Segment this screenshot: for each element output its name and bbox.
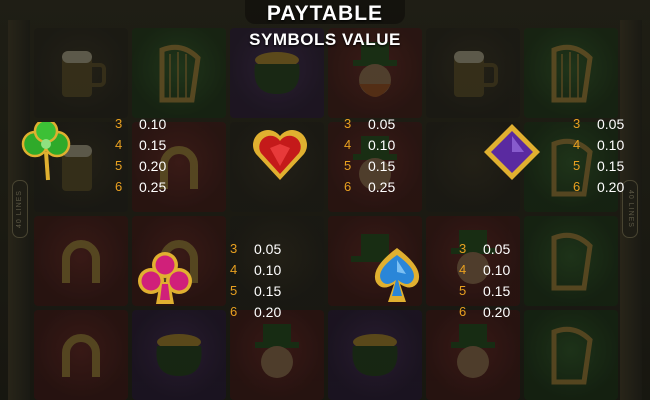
diamond-gem-icon [484,124,540,180]
symbol-count: 4 [115,137,123,152]
payout-value: 0.20 [254,303,282,320]
reel-cell [132,310,226,400]
diamond-payouts: 3 0.05 4 0.10 5 0.15 6 0.20 [573,113,624,197]
payout-row: 5 0.15 [344,155,395,176]
spade-payouts: 3 0.05 4 0.10 5 0.15 6 0.20 [459,238,510,322]
payout-row: 4 0.10 [459,259,510,280]
payout-value: 0.20 [483,303,511,320]
payout-row: 4 0.10 [573,134,624,155]
payout-value: 0.15 [368,157,396,174]
leprechaun-icon [451,324,495,378]
payout-value: 0.05 [483,240,511,257]
spade-gem-icon [374,248,420,302]
leprechaun-icon [255,324,299,378]
symbol-count: 5 [573,158,581,173]
symbol-count: 3 [573,116,581,131]
reel-cell [328,310,422,400]
payout-row: 4 0.10 [344,134,395,155]
symbol-count: 6 [459,304,467,319]
symbols-value-subtitle: SYMBOLS VALUE [249,30,401,49]
heart-gem-icon [253,130,307,180]
payout-row: 3 0.05 [573,113,624,134]
payout-row: 3 0.05 [230,238,281,259]
club-payouts: 3 0.05 4 0.10 5 0.15 6 0.20 [230,238,281,322]
payout-value: 0.15 [139,136,167,153]
symbol-count: 5 [115,158,123,173]
payout-row: 6 0.20 [230,301,281,322]
payout-value: 0.05 [597,115,625,132]
slot-background: 40 LINES 40 LINES PAYTABLE SYMBOLS VALUE… [0,0,650,400]
payout-value: 0.05 [368,115,396,132]
beer-mug-icon [454,51,498,97]
payout-value: 0.15 [597,157,625,174]
payout-row: 5 0.15 [230,280,281,301]
payout-row: 3 0.05 [344,113,395,134]
reel-cell [34,310,128,400]
reel-cell [230,310,324,400]
symbol-count: 3 [230,241,238,256]
horseshoe-icon [62,240,100,283]
symbol-count: 4 [459,262,467,277]
payout-value: 0.10 [139,115,167,132]
club-gem-icon [138,252,192,304]
pot-of-gold-icon [156,334,202,376]
payout-row: 5 0.15 [573,155,624,176]
payout-row: 3 0.05 [459,238,510,259]
payout-value: 0.15 [254,282,282,299]
payout-value: 0.05 [254,240,282,257]
symbol-count: 5 [459,283,467,298]
clover-payouts: 3 0.10 4 0.15 5 0.20 6 0.25 [115,113,166,197]
reel-cell [524,310,618,400]
reel-cell [524,216,618,306]
harp-icon [551,326,593,385]
payout-row: 6 0.20 [459,301,510,322]
symbol-count: 3 [459,241,467,256]
payout-row: 5 0.15 [459,280,510,301]
symbol-count: 6 [344,179,352,194]
reel-grid [34,28,618,400]
paytable-title: PAYTABLE [266,2,384,25]
lines-label-left: 40 LINES [12,180,28,238]
payout-row: 6 0.25 [115,176,166,197]
clover-icon [21,122,71,181]
pot-of-gold-icon [352,334,398,376]
payout-value: 0.25 [368,178,396,195]
reel-cell [34,216,128,306]
payout-value: 0.10 [368,136,396,153]
payout-row: 6 0.20 [573,176,624,197]
symbol-count: 3 [115,116,123,131]
reel-cell [426,310,520,400]
payout-value: 0.10 [597,136,625,153]
lines-label-right: 40 LINES [622,180,638,238]
horseshoe-icon [62,334,100,377]
payout-value: 0.10 [254,261,282,278]
symbol-count: 5 [230,283,238,298]
pot-of-gold-icon [254,52,300,94]
payout-value: 0.25 [139,178,167,195]
symbol-count: 6 [573,179,581,194]
symbol-count: 3 [344,116,352,131]
payout-value: 0.10 [483,261,511,278]
symbol-count: 4 [573,137,581,152]
payout-row: 6 0.25 [344,176,395,197]
payout-row: 4 0.10 [230,259,281,280]
payout-value: 0.20 [597,178,625,195]
symbol-count: 4 [344,137,352,152]
payout-value: 0.20 [139,157,167,174]
harp-icon [551,232,593,291]
payout-row: 3 0.10 [115,113,166,134]
beer-mug-icon [62,51,106,97]
payout-row: 5 0.20 [115,155,166,176]
symbol-count: 6 [230,304,238,319]
symbol-count: 5 [344,158,352,173]
heart-payouts: 3 0.05 4 0.10 5 0.15 6 0.25 [344,113,395,197]
payout-row: 4 0.15 [115,134,166,155]
symbol-count: 4 [230,262,238,277]
payout-value: 0.15 [483,282,511,299]
symbol-count: 6 [115,179,123,194]
